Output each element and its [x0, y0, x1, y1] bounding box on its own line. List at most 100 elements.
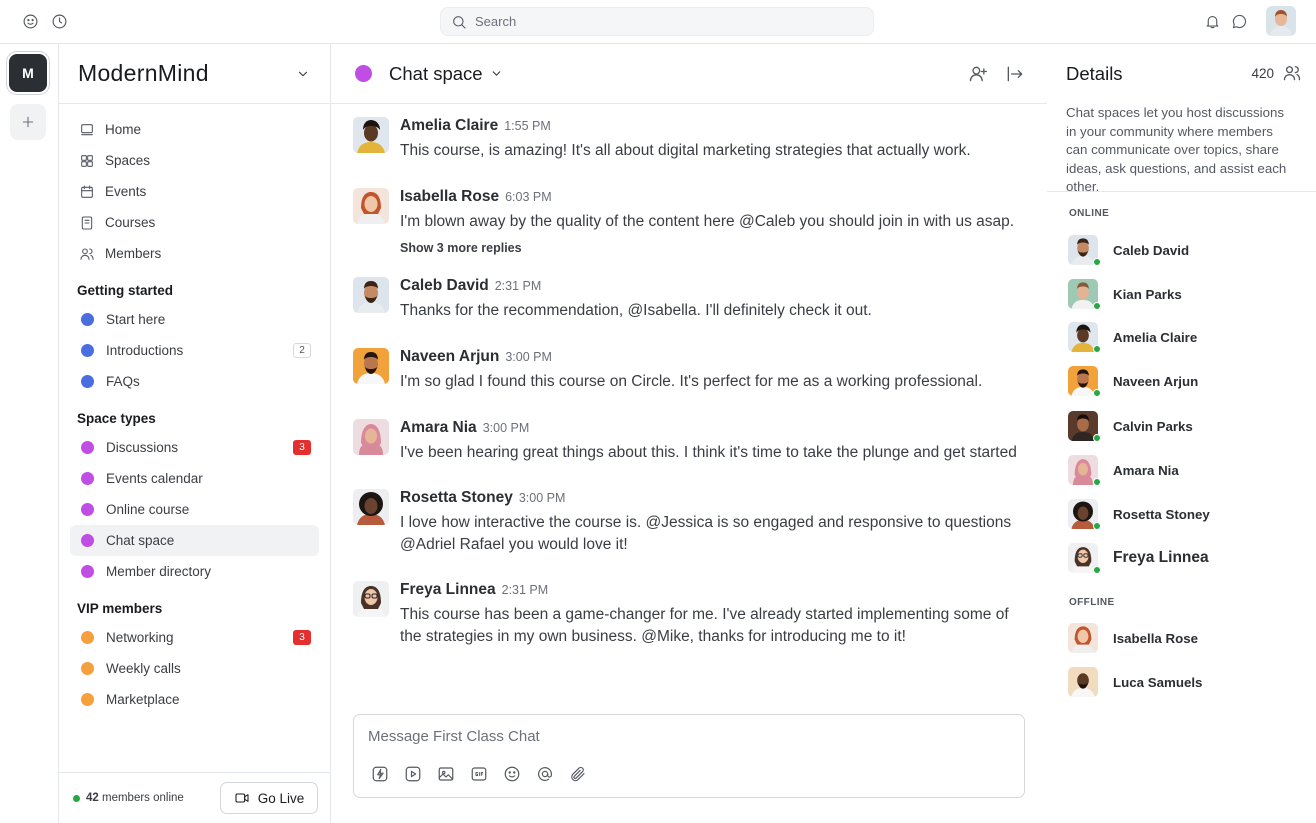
sidebar-footer: 42 members online Go Live — [59, 772, 330, 823]
space-dot — [81, 472, 94, 485]
message-author[interactable]: Isabella Rose — [400, 188, 499, 205]
message-author[interactable]: Naveen Arjun — [400, 348, 499, 365]
sidebar-item-courses[interactable]: Courses — [70, 207, 319, 238]
chevron-down-icon[interactable] — [296, 67, 310, 81]
close-panel-icon[interactable] — [1005, 64, 1025, 84]
section-vip-members[interactable]: VIP members — [70, 596, 319, 620]
sidebar-item-members[interactable]: Members — [70, 238, 319, 269]
sidebar-item-label: Online course — [106, 502, 190, 517]
member-item[interactable]: Naveen Arjun — [1068, 366, 1198, 397]
show-more-replies-link[interactable]: Show 3 more replies — [400, 241, 522, 255]
top-right-actions — [1204, 6, 1296, 36]
member-item[interactable]: Calvin Parks — [1068, 411, 1193, 442]
member-item[interactable]: Kian Parks — [1068, 279, 1182, 310]
member-item[interactable]: Amelia Claire — [1068, 322, 1198, 353]
video-icon[interactable] — [404, 765, 422, 783]
member-name: Luca Samuels — [1113, 674, 1203, 690]
avatar[interactable] — [353, 277, 389, 313]
online-section-label: ONLINE — [1069, 208, 1110, 219]
community-rail: M — [0, 44, 59, 823]
avatar[interactable] — [353, 419, 389, 455]
message-time: 1:55 PM — [504, 119, 551, 133]
avatar[interactable] — [353, 117, 389, 153]
sidebar-header[interactable]: ModernMind — [59, 44, 330, 104]
online-count-number: 42 — [86, 792, 99, 804]
sidebar-item-spaces[interactable]: Spaces — [70, 145, 319, 176]
sidebar-item-label: Chat space — [106, 533, 175, 548]
member-item[interactable]: Isabella Rose — [1068, 623, 1198, 653]
history-icon[interactable] — [51, 13, 68, 30]
add-community-button[interactable] — [10, 104, 46, 140]
avatar[interactable] — [353, 581, 389, 617]
attachment-icon[interactable] — [569, 765, 587, 783]
sidebar-item-events[interactable]: Events — [70, 176, 319, 207]
sidebar-item-events-calendar[interactable]: Events calendar — [70, 463, 319, 494]
search-bar[interactable]: Search — [440, 7, 874, 36]
sidebar-item-home[interactable]: Home — [70, 114, 319, 145]
message-composer[interactable]: Message First Class Chat — [353, 714, 1025, 798]
community-switcher-button[interactable]: M — [9, 54, 47, 92]
header-actions — [968, 64, 1025, 84]
member-item[interactable]: Rosetta Stoney — [1068, 499, 1210, 530]
add-member-icon[interactable] — [968, 64, 988, 84]
calendar-icon — [79, 184, 95, 200]
sidebar-item-label: FAQs — [106, 374, 140, 389]
emoji-icon[interactable] — [22, 13, 39, 30]
unread-badge: 3 — [293, 630, 311, 645]
avatar — [1068, 455, 1101, 486]
sidebar-item-discussions[interactable]: Discussions 3 — [70, 432, 319, 463]
message-author[interactable]: Rosetta Stoney — [400, 489, 513, 506]
avatar[interactable] — [353, 188, 389, 224]
sidebar-item-faqs[interactable]: FAQs — [70, 366, 319, 397]
member-item[interactable]: Luca Samuels — [1068, 667, 1202, 697]
section-getting-started[interactable]: Getting started — [70, 278, 319, 302]
sidebar-item-start-here[interactable]: Start here — [70, 304, 319, 335]
member-name: Amelia Claire — [1113, 329, 1198, 345]
message-text: This course, is amazing! It's all about … — [400, 142, 971, 159]
unread-badge: 2 — [293, 343, 311, 358]
sidebar-item-label: Spaces — [105, 153, 151, 168]
message-text: This course has been a game-changer for … — [400, 606, 1009, 645]
image-icon[interactable] — [437, 765, 455, 783]
avatar[interactable] — [353, 489, 389, 525]
online-status-dot — [1093, 302, 1101, 310]
user-avatar[interactable] — [1266, 6, 1296, 36]
avatar — [1068, 279, 1101, 310]
message-author[interactable]: Freya Linnea — [400, 581, 496, 598]
chat-bubble-icon[interactable] — [1231, 13, 1248, 30]
section-space-types[interactable]: Space types — [70, 406, 319, 430]
go-live-button[interactable]: Go Live — [220, 782, 318, 814]
message-author[interactable]: Amara Nia — [400, 419, 477, 436]
member-name: Calvin Parks — [1113, 418, 1193, 434]
offline-section-label: OFFLINE — [1069, 597, 1115, 608]
member-item[interactable]: Caleb David — [1068, 235, 1189, 266]
member-name: Isabella Rose — [1113, 630, 1198, 646]
page-title[interactable]: Chat space — [389, 63, 483, 85]
sidebar-item-member-directory[interactable]: Member directory — [70, 556, 319, 587]
chevron-down-icon[interactable] — [490, 67, 503, 80]
sidebar-item-weekly-calls[interactable]: Weekly calls — [70, 653, 319, 684]
bell-icon[interactable] — [1204, 13, 1221, 30]
sidebar-item-chat-space[interactable]: Chat space — [70, 525, 319, 556]
avatar — [1068, 366, 1101, 397]
mention-icon[interactable] — [536, 765, 554, 783]
member-item[interactable]: Amara Nia — [1068, 455, 1179, 486]
avatar[interactable] — [353, 348, 389, 384]
lightning-icon[interactable] — [371, 765, 389, 783]
message-author[interactable]: Caleb David — [400, 277, 489, 294]
details-title: Details — [1066, 63, 1123, 84]
message-author[interactable]: Amelia Claire — [400, 117, 498, 134]
sidebar-item-label: Discussions — [106, 440, 179, 455]
space-dot — [81, 534, 94, 547]
emoji-icon[interactable] — [503, 765, 521, 783]
member-count[interactable]: 420 — [1251, 63, 1302, 83]
sidebar-item-introductions[interactable]: Introductions 2 — [70, 335, 319, 366]
online-status-dot — [1093, 345, 1101, 353]
member-item[interactable]: Freya Linnea — [1068, 543, 1209, 574]
sidebar-item-online-course[interactable]: Online course — [70, 494, 319, 525]
sidebar-item-label: Home — [105, 122, 142, 137]
gif-icon[interactable] — [470, 765, 488, 783]
online-count-label: members online — [102, 792, 184, 804]
sidebar-item-networking[interactable]: Networking 3 — [70, 622, 319, 653]
sidebar-item-marketplace[interactable]: Marketplace — [70, 684, 319, 715]
